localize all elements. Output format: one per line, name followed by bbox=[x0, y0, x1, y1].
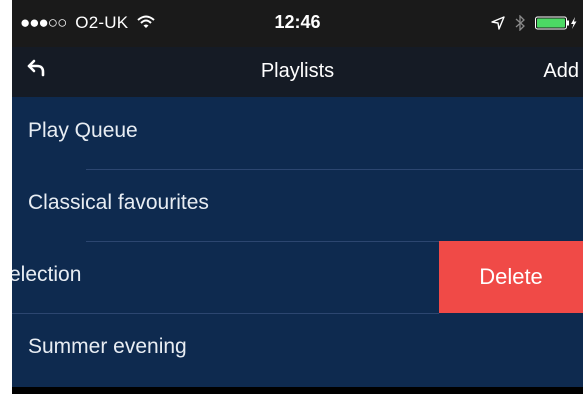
bottom-edge bbox=[12, 387, 583, 394]
status-bar: ●●●○○ O2-UK 12:46 bbox=[12, 0, 583, 47]
phone-screen: ●●●○○ O2-UK 12:46 Playlists Add Play Que… bbox=[12, 0, 583, 394]
playlist-row-summer-evening[interactable]: Summer evening bbox=[12, 313, 583, 387]
playlist-label: election bbox=[12, 263, 82, 286]
playlist-list: Play Queue Classical favourites election… bbox=[12, 97, 583, 387]
nav-bar: Playlists Add bbox=[12, 47, 583, 97]
battery-charging-icon bbox=[535, 16, 577, 30]
page-title: Playlists bbox=[260, 60, 335, 82]
location-arrow-icon bbox=[491, 16, 505, 30]
delete-button[interactable]: Delete bbox=[439, 241, 583, 313]
playlist-row-classical-favourites[interactable]: Classical favourites bbox=[12, 169, 583, 241]
playlist-label: Summer evening bbox=[28, 335, 187, 358]
add-button[interactable]: Add bbox=[543, 60, 579, 83]
playlist-row-play-queue[interactable]: Play Queue bbox=[12, 97, 583, 169]
bluetooth-icon bbox=[515, 15, 525, 31]
status-icons bbox=[491, 12, 577, 34]
playlist-label: Play Queue bbox=[28, 119, 138, 142]
playlist-label: Classical favourites bbox=[28, 191, 209, 214]
playlist-row-swiped[interactable]: election Delete bbox=[12, 241, 583, 313]
